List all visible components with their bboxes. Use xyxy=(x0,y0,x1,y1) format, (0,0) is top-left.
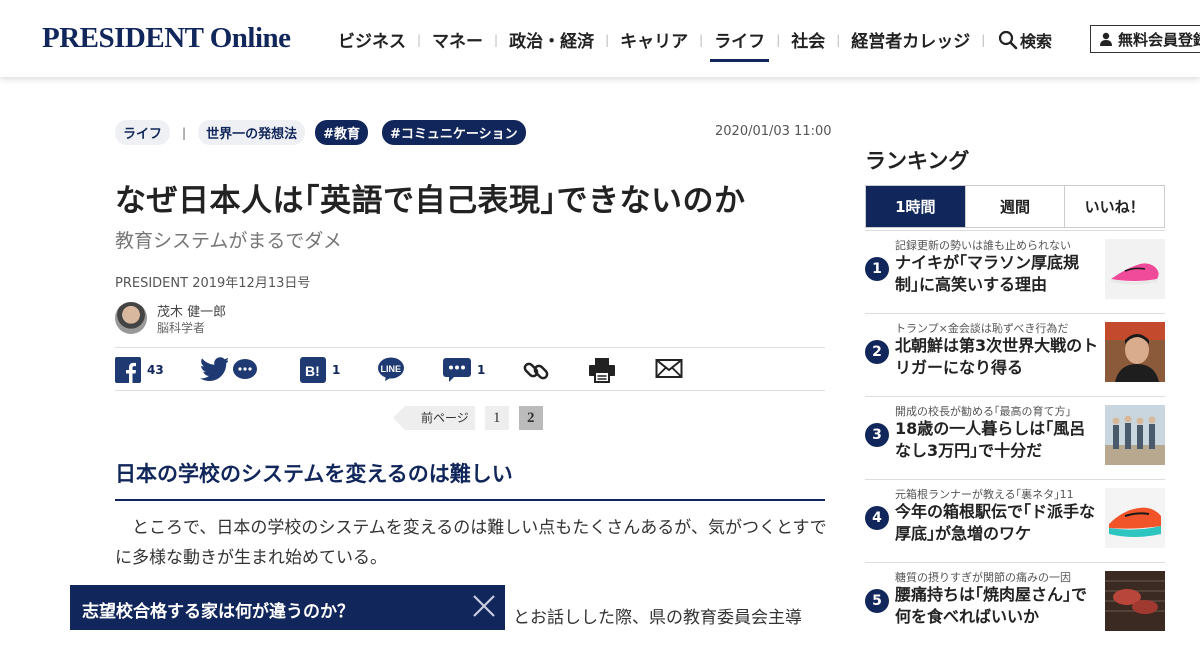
pagination: 前ページ 1 2 xyxy=(393,406,543,430)
search-icon xyxy=(998,30,1018,50)
ranking-item[interactable]: 5 糖質の摂りすぎが関節の痛みの一因 腰痛持ちは｢焼肉屋さん｣で何を食べればいい… xyxy=(865,562,1165,645)
hatena-count: 1 xyxy=(332,363,341,377)
close-icon[interactable] xyxy=(471,593,497,619)
prev-page-link[interactable]: 前ページ xyxy=(393,406,475,430)
comment-count: 1 xyxy=(477,363,486,377)
tag-category[interactable]: ライフ xyxy=(115,120,171,145)
nav-business[interactable]: ビジネス xyxy=(338,27,406,58)
promo-banner-text: 志望校合格する家は何が違うのか？ xyxy=(82,602,354,622)
link-icon xyxy=(523,362,549,380)
ranking-item[interactable]: 2 トランプ×金会談は恥ずべき行為だ 北朝鮮は第3次世界大戦のトリガーになり得る xyxy=(865,313,1165,396)
nav-executive-college[interactable]: 経営者カレッジ xyxy=(851,27,970,58)
page-2-current: 2 xyxy=(518,406,543,430)
nav-separator: | xyxy=(836,32,841,47)
author-role: 脳科学者 xyxy=(157,321,206,335)
search-button[interactable]: 検索 xyxy=(998,28,1052,52)
svg-text:LINE: LINE xyxy=(381,364,402,374)
nav-life[interactable]: ライフ xyxy=(710,27,770,62)
students-thumbnail xyxy=(1105,405,1165,465)
tab-likes[interactable]: いいね！ xyxy=(1064,186,1164,227)
rank-headline: 北朝鮮は第3次世界大戦のトリガーになり得る xyxy=(895,336,1099,377)
share-line[interactable]: LINE xyxy=(377,357,405,381)
mail-icon xyxy=(655,359,683,378)
section-divider xyxy=(115,499,825,501)
line-icon: LINE xyxy=(378,357,404,381)
yakiniku-thumbnail xyxy=(1105,571,1165,631)
rank-number: 4 xyxy=(865,506,889,530)
facebook-icon xyxy=(115,357,141,383)
tag-hashtag-communication[interactable]: #コミュニケーション xyxy=(381,120,526,145)
main-nav: ビジネス | マネー | 政治・経済 | キャリア | ライフ | 社会 | 経… xyxy=(338,27,996,62)
ranking-title: ランキング xyxy=(865,149,970,173)
article-subtitle: 教育システムがまるでダメ xyxy=(115,230,342,252)
share-hatena[interactable]: B! 1 xyxy=(300,357,340,383)
nav-money[interactable]: マネー xyxy=(432,27,483,58)
publish-date: 2020/01/03 11:00 xyxy=(715,124,832,139)
share-print[interactable] xyxy=(588,357,616,383)
twitter-icon xyxy=(200,357,228,381)
share-email[interactable] xyxy=(655,357,683,381)
share-facebook[interactable]: 43 xyxy=(115,357,164,383)
rank-category: 記録更新の勢いは誰も止められない xyxy=(895,239,1071,252)
nav-separator: | xyxy=(494,32,499,47)
tag-hashtag-education[interactable]: #教育 xyxy=(315,120,368,145)
author-avatar[interactable] xyxy=(115,302,147,334)
tab-weekly[interactable]: 週間 xyxy=(964,186,1065,227)
rank-number: 3 xyxy=(865,423,889,447)
rank-category: 開成の校長が勧める｢最高の育て方｣ xyxy=(895,405,1071,418)
rank-headline: ナイキが｢マラソン厚底規制｣に高笑いする理由 xyxy=(895,253,1080,294)
nav-separator: | xyxy=(776,32,781,47)
nav-society[interactable]: 社会 xyxy=(791,27,825,58)
rank-headline: 18歳の一人暮らしは｢風呂なし3万円｣で十分だ xyxy=(895,419,1086,460)
magazine-issue: PRESIDENT 2019年12月13日号 xyxy=(115,276,311,291)
print-icon xyxy=(589,358,615,383)
share-copy-link[interactable] xyxy=(522,357,550,385)
search-label: 検索 xyxy=(1020,32,1053,51)
share-bar: 43 B! 1 LINE 1 xyxy=(115,347,825,391)
rank-category: 糖質の摂りすぎが関節の痛みの一因 xyxy=(895,571,1071,584)
nav-career[interactable]: キャリア xyxy=(620,27,688,58)
portrait-thumbnail xyxy=(1105,322,1165,382)
nav-separator: | xyxy=(417,32,422,47)
site-logo[interactable]: PRESIDENT Online xyxy=(42,22,291,55)
user-icon xyxy=(1100,32,1112,46)
comment-bubble-icon xyxy=(233,359,257,379)
site-header: PRESIDENT Online ビジネス | マネー | 政治・経済 | キャ… xyxy=(0,0,1200,77)
tag-series[interactable]: 世界一の発想法 xyxy=(198,120,306,145)
svg-text:B!: B! xyxy=(305,363,320,379)
colorful-shoe-thumbnail xyxy=(1105,488,1165,548)
page-1-link[interactable]: 1 xyxy=(484,406,509,430)
rank-number: 2 xyxy=(865,340,889,364)
facebook-count: 43 xyxy=(147,363,164,377)
ranking-item[interactable]: 4 元箱根ランナーが教える｢裏ネタ｣11 今年の箱根駅伝で｢ド派手な厚底｣が急増… xyxy=(865,479,1165,562)
nav-politics-economy[interactable]: 政治・経済 xyxy=(509,27,594,58)
rank-headline: 腰痛持ちは｢焼肉屋さん｣で何を食べればいいか xyxy=(895,585,1088,626)
tag-separator: | xyxy=(182,125,187,140)
rank-category: 元箱根ランナーが教える｢裏ネタ｣11 xyxy=(895,488,1074,501)
nav-separator: | xyxy=(605,32,610,47)
rank-number: 5 xyxy=(865,589,889,613)
ranking-tabs: 1時間 週間 いいね！ xyxy=(865,185,1165,228)
running-shoe-thumbnail xyxy=(1105,239,1165,299)
rank-number: 1 xyxy=(865,257,889,281)
section-heading: 日本の学校のシステムを変えるのは難しい xyxy=(115,462,513,486)
ranking-item[interactable]: 1 記録更新の勢いは誰も止められない ナイキが｢マラソン厚底規制｣に高笑いする理… xyxy=(865,230,1165,313)
member-register-button[interactable]: 無料会員登録 xyxy=(1090,25,1200,53)
share-twitter[interactable] xyxy=(200,357,258,381)
article-tags: ライフ | 世界一の発想法 #教育 #コミュニケーション xyxy=(115,120,526,145)
hatena-bookmark-icon: B! xyxy=(300,357,326,383)
nav-separator: | xyxy=(981,32,986,47)
rank-category: トランプ×金会談は恥ずべき行為だ xyxy=(895,322,1069,335)
member-label: 無料会員登録 xyxy=(1118,30,1200,49)
promo-banner[interactable]: 志望校合格する家は何が違うのか？ xyxy=(70,585,505,630)
article-paragraph: ところで、日本の学校のシステムを変えるのは難しい点もたくさんあるが、気がつくとす… xyxy=(115,518,827,568)
author-name[interactable]: 茂木 健一郎 xyxy=(157,301,226,320)
ranking-item[interactable]: 3 開成の校長が勧める｢最高の育て方｣ 18歳の一人暮らしは｢風呂なし3万円｣で… xyxy=(865,396,1165,479)
article-title: なぜ日本人は｢英語で自己表現｣できないのか xyxy=(115,183,746,219)
rank-headline: 今年の箱根駅伝で｢ド派手な厚底｣が急増のワケ xyxy=(895,502,1096,543)
nav-separator: | xyxy=(699,32,704,47)
tab-1-hour[interactable]: 1時間 xyxy=(866,186,965,227)
comment-icon xyxy=(443,358,471,382)
share-comment[interactable]: 1 xyxy=(443,357,485,383)
